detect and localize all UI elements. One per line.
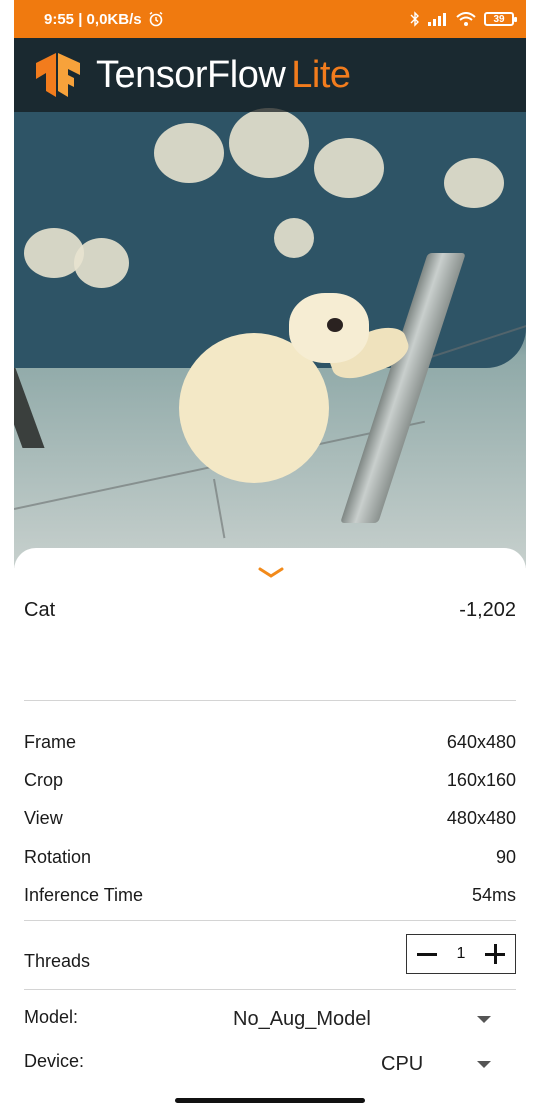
- model-select[interactable]: No_Aug_Model: [214, 1000, 504, 1036]
- device-label: Device:: [24, 1050, 85, 1071]
- alarm-icon: [149, 11, 163, 27]
- stat-value: 160x160: [446, 769, 516, 790]
- home-indicator[interactable]: [175, 1098, 365, 1103]
- battery-icon: 39: [484, 12, 517, 26]
- signal-icon: [428, 13, 446, 26]
- bluetooth-icon: [410, 11, 419, 27]
- minus-icon[interactable]: [417, 944, 437, 964]
- plus-icon[interactable]: [485, 944, 505, 964]
- model-label: Model:: [24, 1006, 79, 1027]
- threads-row: Threads: [24, 950, 384, 972]
- stat-value: 640x480: [446, 731, 516, 752]
- battery-level: 39: [493, 13, 505, 25]
- stat-row-inference-time: Inference Time 54ms: [24, 884, 516, 906]
- divider: [24, 920, 516, 921]
- divider: [24, 700, 516, 701]
- status-bar: 9:55 | 0,0KB/s 39: [14, 0, 526, 38]
- threads-stepper: 1: [406, 934, 516, 974]
- stat-row-crop: Crop 160x160: [24, 769, 516, 791]
- stat-label: Inference Time: [24, 884, 144, 905]
- frame-right: [526, 0, 540, 1110]
- result-label: Cat: [24, 598, 56, 621]
- dropdown-caret-icon: [477, 1016, 491, 1023]
- app-title: TensorFlow Lite: [96, 53, 351, 96]
- wifi-icon: [456, 12, 476, 26]
- dropdown-caret-icon: [477, 1061, 491, 1068]
- device-select[interactable]: CPU: [364, 1045, 504, 1081]
- tensorflow-logo-icon: [36, 53, 80, 97]
- bottom-sheet: Cat -1,202 Frame 640x480 Crop 160x160 Vi…: [14, 548, 526, 1110]
- divider: [24, 989, 516, 990]
- app-header: TensorFlow Lite: [14, 38, 526, 112]
- device-row: Device:: [24, 1050, 224, 1072]
- stat-label: Rotation: [24, 846, 92, 867]
- stat-row-rotation: Rotation 90: [24, 846, 516, 868]
- model-select-value: No_Aug_Model: [233, 1008, 371, 1030]
- result-row: Cat -1,202: [24, 598, 516, 622]
- result-score: -1,202: [459, 598, 516, 621]
- stat-value: 90: [495, 846, 516, 867]
- stat-label: View: [24, 807, 63, 828]
- stat-label: Frame: [24, 731, 77, 752]
- threads-label: Threads: [24, 950, 91, 971]
- stat-row-frame: Frame 640x480: [24, 731, 516, 753]
- status-time-speed: 9:55 | 0,0KB/s: [44, 10, 142, 28]
- device-select-value: CPU: [381, 1053, 424, 1075]
- app-screen: 9:55 | 0,0KB/s 39 TensorFlow Lite Cat -1…: [14, 0, 526, 1110]
- threads-value: 1: [456, 945, 466, 962]
- stat-value: 54ms: [471, 884, 516, 905]
- camera-preview: [14, 38, 526, 568]
- stat-label: Crop: [24, 769, 64, 790]
- stat-value: 480x480: [446, 807, 516, 828]
- stat-row-view: View 480x480: [24, 807, 516, 829]
- frame-left: [0, 0, 14, 1110]
- chair-leg-left: [14, 368, 45, 448]
- dog-subject: [169, 293, 414, 493]
- model-row: Model:: [24, 1006, 224, 1028]
- chevron-down-icon[interactable]: [257, 566, 285, 580]
